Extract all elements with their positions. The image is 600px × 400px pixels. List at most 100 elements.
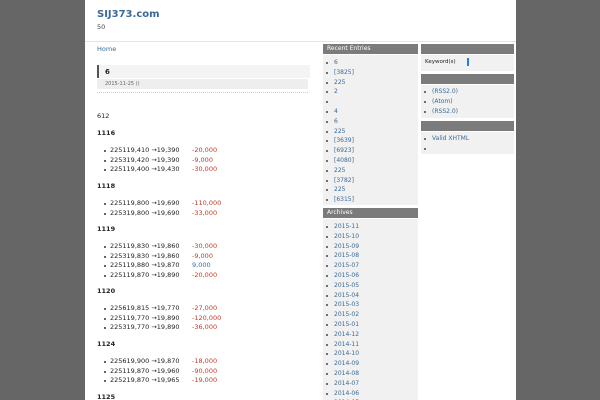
recent-entry-link[interactable]: 6 xyxy=(323,58,418,68)
archive-link-label: 2015-03 xyxy=(334,301,360,309)
archive-link[interactable]: 2015-08 xyxy=(323,251,418,261)
bullet-icon xyxy=(326,226,328,228)
trade-row: 225319,830 →19,860 -9,000 xyxy=(97,252,317,262)
bullet-icon xyxy=(104,255,106,258)
bullet-icon xyxy=(104,308,106,310)
archive-link[interactable]: 2015-04 xyxy=(323,291,418,301)
archive-link[interactable]: 2015-11 xyxy=(323,222,418,232)
recent-entry-link[interactable]: 225 xyxy=(323,166,418,176)
recent-entry-link[interactable]: [4080] xyxy=(323,156,418,166)
archives-header: Archives xyxy=(323,208,418,218)
bullet-icon xyxy=(326,179,328,182)
meta-link[interactable]: Valid XHTML xyxy=(421,134,514,144)
archive-link[interactable]: 2015-01 xyxy=(323,320,418,330)
archive-link[interactable]: 2014-10 xyxy=(323,349,418,359)
trade-pnl: -90,000 xyxy=(192,366,218,375)
feed-link[interactable]: (RSS2.0) xyxy=(421,107,514,117)
archive-link-label: 2014-11 xyxy=(334,340,360,348)
archive-link[interactable]: 2014-07 xyxy=(323,379,418,389)
bullet-icon xyxy=(104,370,106,373)
bullet-icon xyxy=(326,284,328,287)
breadcrumb-home-link[interactable]: Home xyxy=(97,45,116,53)
archive-link[interactable]: 2014-08 xyxy=(323,369,418,379)
bullet-icon xyxy=(326,392,328,395)
archive-link[interactable]: 2014-06 xyxy=(323,389,418,399)
archive-link-label: 2015-08 xyxy=(334,252,360,260)
feeds-box: (RSS2.0) (Atom) (RSS2.0) xyxy=(421,85,514,118)
entry-title[interactable]: 6 xyxy=(105,68,110,76)
trade-day-title: 1119 xyxy=(97,225,116,233)
archive-link-label: 2015-06 xyxy=(334,271,360,279)
recent-entry-link[interactable]: 225 xyxy=(323,78,418,88)
recent-entry-link[interactable]: [6923] xyxy=(323,146,418,156)
recent-entry-link-label: 6 xyxy=(334,59,338,66)
recent-entries-box: 6 [3825] 225 2 4 6 225 [3639] [6923] [4080] 225 [37… xyxy=(323,55,418,205)
trade-text: 225219,870 →19,965 xyxy=(110,376,180,385)
recent-entry-link[interactable]: [3782] xyxy=(323,176,418,186)
recent-entry-link-label: [6923] xyxy=(334,147,354,155)
recent-entry-link[interactable]: [3825] xyxy=(323,68,418,78)
trade-pnl: -18,000 xyxy=(192,357,218,365)
search-input[interactable] xyxy=(467,58,469,66)
feeds-header xyxy=(421,74,514,84)
archive-link[interactable]: 2015-03 xyxy=(323,300,418,310)
bullet-icon xyxy=(326,274,328,277)
bullet-icon xyxy=(326,372,328,375)
archive-link[interactable]: 2015-07 xyxy=(323,261,418,271)
meta-link[interactable] xyxy=(421,144,514,154)
entry-meta: 2015-11-25 () xyxy=(97,79,308,89)
feeds-list: (RSS2.0) (Atom) (RSS2.0) xyxy=(421,85,514,116)
trade-list: 225619,900 →19,870 -18,000 225119,870 →19,… xyxy=(97,357,317,386)
trade-list: 225119,800 →19,690 -110,000 225319,800 →19… xyxy=(97,199,317,218)
bullet-icon xyxy=(326,294,328,297)
recent-entry-link[interactable]: [6315] xyxy=(323,195,418,205)
archive-link[interactable]: 2015-02 xyxy=(323,310,418,320)
recent-entry-link[interactable]: 225 xyxy=(323,185,418,195)
archive-link-label: 2015-07 xyxy=(334,262,360,270)
recent-entry-link[interactable]: 6 xyxy=(323,117,418,127)
trade-pnl: -30,000 xyxy=(192,165,218,174)
recent-entry-link-label: 225 xyxy=(334,186,346,194)
bullet-icon xyxy=(104,246,106,248)
trade-row: 225119,830 →19,860 -30,000 xyxy=(97,242,317,252)
bullet-icon xyxy=(424,147,426,150)
recent-entry-link[interactable]: [3639] xyxy=(323,136,418,146)
archive-link[interactable]: 2014-12 xyxy=(323,330,418,340)
recent-entry-link[interactable]: 2 xyxy=(323,87,418,97)
feed-link-label: (Atom) xyxy=(432,97,453,105)
trade-row: 225119,880 →19,870 9,000 xyxy=(97,261,317,271)
archive-link-label: 2014-07 xyxy=(334,379,360,387)
bullet-icon xyxy=(104,380,106,383)
archive-link[interactable]: 2015-06 xyxy=(323,271,418,281)
recent-entry-link-label: [4080] xyxy=(334,156,354,164)
bullet-icon xyxy=(424,110,426,113)
feed-link[interactable]: (RSS2.0) xyxy=(421,87,514,97)
trade-text: 225119,870 →19,960 xyxy=(110,366,180,375)
meta-link-label: Valid XHTML xyxy=(432,135,470,142)
feed-link[interactable]: (Atom) xyxy=(421,97,514,107)
trade-list: 225119,410 →19,390 -20,000 225319,420 →19,… xyxy=(97,146,317,175)
trade-row: 225319,420 →19,390 -9,000 xyxy=(97,156,317,166)
archive-link[interactable]: 2015-09 xyxy=(323,242,418,252)
trade-day: 1125 xyxy=(97,393,317,400)
recent-entry-link[interactable] xyxy=(323,97,418,107)
bullet-icon xyxy=(326,189,328,192)
entry-header: 6 xyxy=(97,65,310,78)
bullet-icon xyxy=(104,169,106,172)
archive-link-label: 2015-05 xyxy=(334,281,360,289)
archive-link-label: 2015-09 xyxy=(334,242,360,250)
trade-text: 225319,800 →19,690 xyxy=(110,208,180,217)
archive-link-label: 2014-08 xyxy=(334,369,360,377)
archive-link[interactable]: 2015-10 xyxy=(323,232,418,242)
trade-row: 225119,770 →19,890 -120,000 xyxy=(97,314,317,324)
recent-entry-link[interactable]: 4 xyxy=(323,107,418,117)
bullet-icon xyxy=(326,120,328,123)
site-title-link[interactable]: SIJ373.com xyxy=(97,9,160,20)
bullet-icon xyxy=(326,323,328,326)
bullet-icon xyxy=(326,353,328,356)
archive-link[interactable]: 2015-05 xyxy=(323,281,418,291)
archive-link[interactable]: 2014-11 xyxy=(323,340,418,350)
archive-link[interactable]: 2014-09 xyxy=(323,359,418,369)
recent-entry-link[interactable]: 225 xyxy=(323,127,418,137)
trade-text: 225619,815 →19,770 xyxy=(110,304,180,312)
